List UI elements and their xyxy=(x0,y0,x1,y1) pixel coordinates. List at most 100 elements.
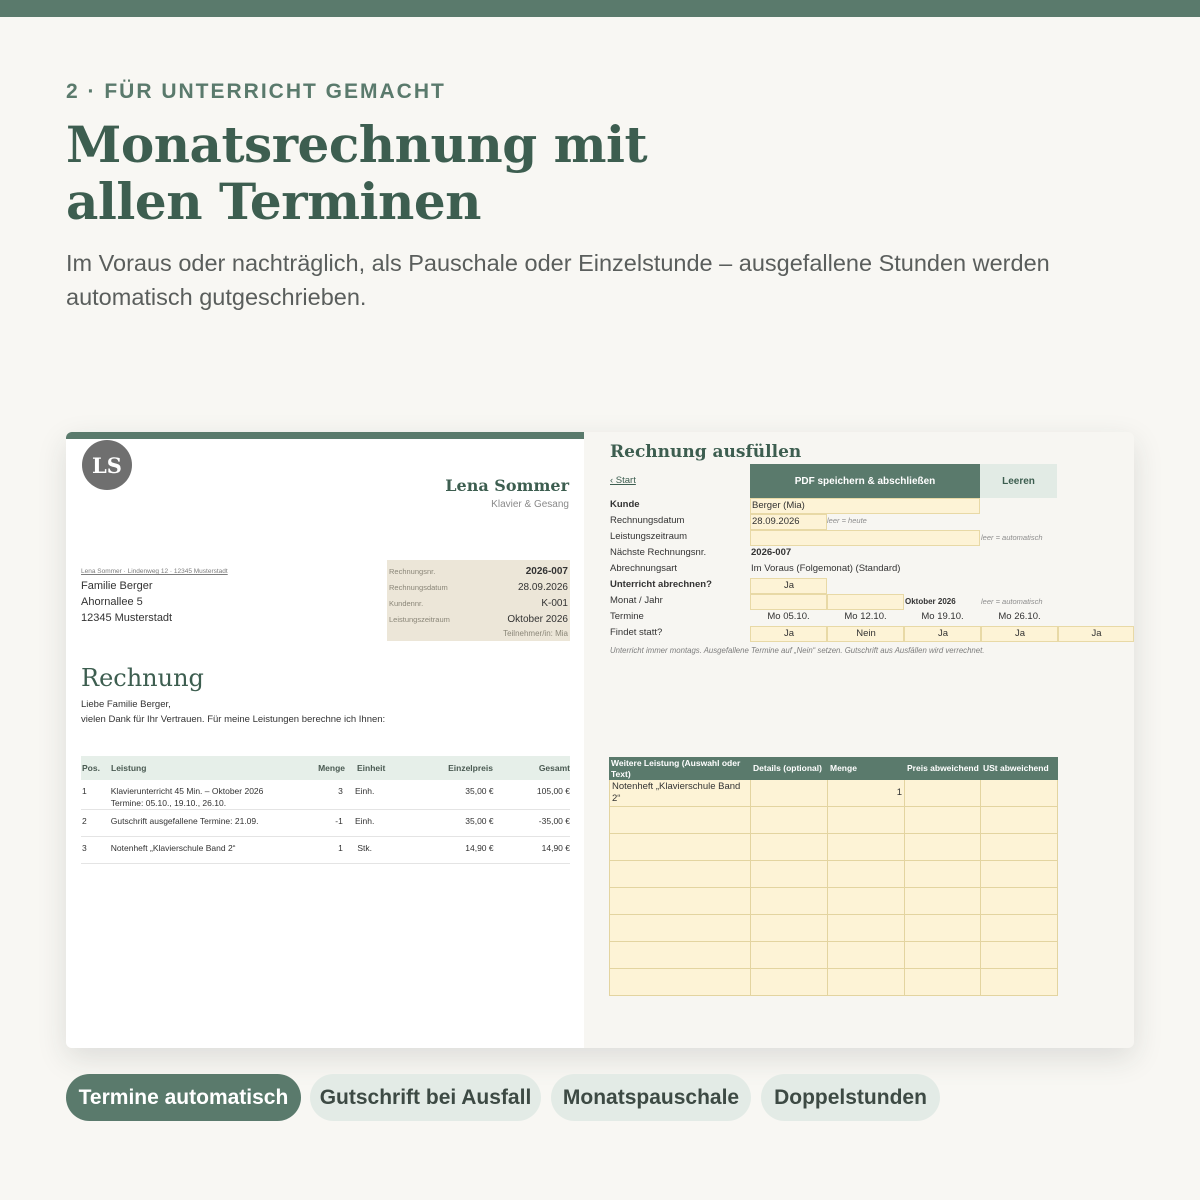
service-period-input[interactable] xyxy=(750,530,980,546)
month-input[interactable] xyxy=(750,594,827,610)
column-header-price: Einzelpreis xyxy=(448,763,493,773)
table-row xyxy=(609,861,1058,888)
vat-override-cell[interactable] xyxy=(981,942,1058,969)
quantity-cell[interactable] xyxy=(828,969,905,996)
cell-desc-line: Termine: 05.10., 19.10., 26.10. xyxy=(110,798,227,808)
details-cell[interactable] xyxy=(751,969,828,996)
table-row: 3 Notenheft „Klavierschule Band 2“ 1 Stk… xyxy=(81,837,570,864)
clear-button[interactable]: Leeren xyxy=(980,464,1057,498)
customer-select[interactable]: Berger (Mia) xyxy=(750,498,980,514)
price-override-cell[interactable] xyxy=(905,834,981,861)
quantity-cell[interactable]: 1 xyxy=(828,780,905,807)
table-row: 1 Klavierunterricht 45 Min. – Oktober 20… xyxy=(81,780,570,810)
hint-today: leer = heute xyxy=(827,516,867,525)
top-accent-bar xyxy=(0,0,1200,17)
appointment-date: Mo 12.10. xyxy=(844,611,887,622)
service-cell[interactable]: Notenheft „Klavierschule Band 2“ xyxy=(609,780,751,807)
price-override-cell[interactable] xyxy=(905,807,981,834)
service-cell[interactable] xyxy=(609,942,751,969)
invoice-greeting: Liebe Familie Berger, vielen Dank für Ih… xyxy=(81,697,385,727)
appointment-date: Mo 19.10. xyxy=(921,611,964,622)
table-row xyxy=(609,915,1058,942)
details-cell[interactable] xyxy=(751,861,828,888)
service-cell[interactable] xyxy=(609,969,751,996)
vat-override-cell[interactable] xyxy=(981,915,1058,942)
service-cell[interactable] xyxy=(609,861,751,888)
quantity-cell[interactable] xyxy=(828,915,905,942)
price-override-cell[interactable] xyxy=(905,969,981,996)
form-title: Rechnung ausfüllen xyxy=(610,442,802,462)
hint-automatic: leer = automatisch xyxy=(981,597,1043,606)
details-cell[interactable] xyxy=(751,915,828,942)
details-cell[interactable] xyxy=(751,834,828,861)
service-cell[interactable] xyxy=(609,915,751,942)
takes-place-select[interactable]: Ja xyxy=(981,626,1058,642)
invoice-preview: LS Lena Sommer Klavier & Gesang Lena Som… xyxy=(66,432,584,1048)
meta-value: 28.09.2026 xyxy=(517,581,568,593)
tag-monatspauschale[interactable]: Monatspauschale xyxy=(551,1074,751,1121)
column-header: Menge xyxy=(830,763,857,773)
cell-unit: Einh. xyxy=(354,786,375,796)
price-override-cell[interactable] xyxy=(905,888,981,915)
bill-lessons-select[interactable]: Ja xyxy=(750,578,827,594)
page-title: Monatsrechnung mit allen Terminen xyxy=(66,116,786,230)
label-rechnungsdatum: Rechnungsdatum xyxy=(610,515,685,526)
meta-label: Kundennr. xyxy=(389,598,424,608)
back-to-start-link[interactable]: ‹ Start xyxy=(610,475,636,486)
takes-place-select[interactable]: Ja xyxy=(904,626,981,642)
details-cell[interactable] xyxy=(751,942,828,969)
cell-price: 35,00 € xyxy=(465,786,494,796)
quantity-cell[interactable] xyxy=(828,942,905,969)
cell-total: 105,00 € xyxy=(536,786,570,796)
vat-override-cell[interactable] xyxy=(981,807,1058,834)
vat-override-cell[interactable] xyxy=(981,834,1058,861)
cell-unit: Einh. xyxy=(354,816,375,826)
details-cell[interactable] xyxy=(751,780,828,807)
vat-override-cell[interactable] xyxy=(981,969,1058,996)
column-header: Details (optional) xyxy=(753,763,822,773)
column-header: USt abweichend xyxy=(983,763,1049,773)
vat-override-cell[interactable] xyxy=(981,861,1058,888)
quantity-cell[interactable] xyxy=(828,861,905,888)
hint-automatic: leer = automatisch xyxy=(981,533,1043,542)
sender-line: Lena Sommer · Lindenweg 12 · 12345 Muste… xyxy=(81,568,228,575)
takes-place-select[interactable]: Ja xyxy=(750,626,827,642)
cell-price: 14,90 € xyxy=(465,843,494,853)
save-pdf-button[interactable]: PDF speichern & abschließen xyxy=(750,464,980,498)
billing-mode-value[interactable]: Im Voraus (Folgemonat) (Standard) xyxy=(751,563,900,574)
cell-qty: 3 xyxy=(338,786,343,796)
service-cell[interactable] xyxy=(609,834,751,861)
price-override-cell[interactable] xyxy=(905,942,981,969)
details-cell[interactable] xyxy=(751,888,828,915)
service-cell[interactable] xyxy=(609,888,751,915)
invoice-date-input[interactable]: 28.09.2026 xyxy=(750,514,827,530)
recipient-line: 12345 Musterstadt xyxy=(81,612,173,624)
takes-place-select[interactable]: Ja xyxy=(1058,626,1134,642)
invoice-meta-box: Rechnungsnr. 2026-007 Rechnungsdatum 28.… xyxy=(387,560,570,641)
quantity-cell[interactable] xyxy=(828,888,905,915)
table-header: Pos. Leistung Menge Einheit Einzelpreis … xyxy=(81,756,570,780)
price-override-cell[interactable] xyxy=(905,915,981,942)
year-input[interactable] xyxy=(827,594,904,610)
headline-line-2: allen Terminen xyxy=(66,172,482,231)
takes-place-select[interactable]: Nein xyxy=(827,626,904,642)
label-monat-jahr: Monat / Jahr xyxy=(610,595,663,606)
table-row: Notenheft „Klavierschule Band 2“ 1 xyxy=(609,780,1058,807)
column-header-total: Gesamt xyxy=(538,763,570,773)
tag-gutschrift-bei-ausfall[interactable]: Gutschrift bei Ausfall xyxy=(310,1074,541,1121)
extra-services-header: Weitere Leistung (Auswahl oder Text) Det… xyxy=(609,757,1058,780)
price-override-cell[interactable] xyxy=(905,780,981,807)
column-header: Preis abweichend xyxy=(907,763,979,773)
quantity-cell[interactable] xyxy=(828,807,905,834)
service-cell[interactable] xyxy=(609,807,751,834)
vat-override-cell[interactable] xyxy=(981,780,1058,807)
business-name: Lena Sommer xyxy=(445,476,569,495)
details-cell[interactable] xyxy=(751,807,828,834)
price-override-cell[interactable] xyxy=(905,861,981,888)
quantity-cell[interactable] xyxy=(828,834,905,861)
vat-override-cell[interactable] xyxy=(981,888,1058,915)
tag-doppelstunden[interactable]: Doppelstunden xyxy=(761,1074,940,1121)
label-leistungszeitraum: Leistungszeitraum xyxy=(610,531,688,542)
eyebrow: 2 · FÜR UNTERRICHT GEMACHT xyxy=(66,80,446,103)
tag-termine-automatisch[interactable]: Termine automatisch xyxy=(66,1074,301,1121)
